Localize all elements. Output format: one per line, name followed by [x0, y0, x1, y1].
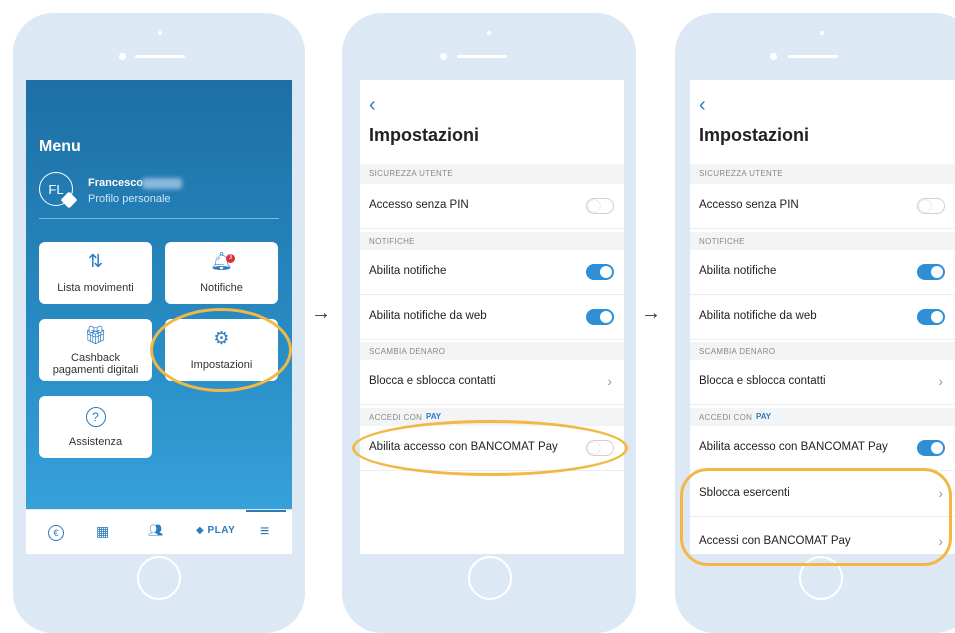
section-header: ACCEDI CON PAY	[690, 408, 955, 428]
home-button[interactable]	[468, 556, 512, 600]
row-accesso-senza-pin: Accesso senza PIN	[360, 184, 624, 229]
toggle-accesso-senza-pin[interactable]	[586, 198, 614, 214]
pay-logo-icon: ◆	[196, 525, 205, 536]
profile-link[interactable]: Profilo personale	[88, 193, 171, 205]
transactions-icon: ⇅	[87, 251, 104, 271]
toggle-abilita-notifiche-web[interactable]	[586, 309, 614, 325]
section-header: SCAMBIA DENARO	[690, 342, 955, 362]
menu-title: Menu	[39, 138, 81, 155]
section-header: SICUREZZA UTENTE	[360, 164, 624, 184]
row-label: Accesso senza PIN	[369, 199, 469, 211]
toggle-abilita-notifiche[interactable]	[586, 264, 614, 280]
row-abilita-notifiche: Abilita notifiche	[360, 250, 624, 295]
tile-label: Notifiche	[200, 282, 243, 294]
bancomat-pay-logo: PAY	[756, 412, 772, 421]
camera-lens	[770, 53, 777, 60]
highlight-new-options	[680, 468, 952, 566]
speaker-grille	[135, 55, 185, 58]
row-blocca-contatti[interactable]: Blocca e sblocca contatti ›	[360, 360, 624, 405]
camera-dot	[158, 31, 162, 35]
camera-dot	[820, 31, 824, 35]
row-label: Abilita notifiche da web	[699, 310, 817, 322]
camera-dot	[487, 31, 491, 35]
row-label: Abilita notifiche	[699, 265, 777, 277]
row-label: Abilita accesso con BANCOMAT Pay	[699, 441, 888, 453]
toggle-abilita-notifiche[interactable]	[917, 264, 945, 280]
section-header: SCAMBIA DENARO	[360, 342, 624, 362]
euro-tab-icon[interactable]: €	[48, 523, 64, 541]
active-tab-indicator	[246, 510, 286, 512]
back-chevron-icon[interactable]: ‹	[369, 94, 376, 117]
row-abilita-notifiche-web: Abilita notifiche da web	[690, 295, 955, 340]
user-name: Francesco	[88, 177, 144, 189]
row-label: Blocca e sblocca contatti	[699, 375, 826, 387]
help-icon: ?	[39, 405, 152, 427]
row-label: Accesso senza PIN	[699, 199, 799, 211]
settings-screen-1: ‹ Impostazioni SICUREZZA UTENTE Accesso …	[360, 80, 624, 554]
section-header: NOTIFICHE	[360, 232, 624, 252]
section-header: SICUREZZA UTENTE	[690, 164, 955, 184]
toggle-abilita-bancomat[interactable]	[917, 440, 945, 456]
highlight-impostazioni	[150, 308, 292, 392]
arrow-icon: →	[641, 302, 661, 324]
redacted-surname	[142, 178, 182, 189]
back-chevron-icon[interactable]: ‹	[699, 94, 706, 117]
people-tab-icon[interactable]: 👥︎	[148, 523, 163, 537]
row-abilita-notifiche-web: Abilita notifiche da web	[360, 295, 624, 340]
bancomat-pay-logo: PAY	[426, 412, 442, 421]
row-blocca-contatti[interactable]: Blocca e sblocca contatti ›	[690, 360, 955, 405]
grid-tab-icon[interactable]: ▦	[96, 523, 109, 540]
divider	[39, 218, 279, 219]
row-label: Blocca e sblocca contatti	[369, 375, 496, 387]
camera-lens	[119, 53, 126, 60]
toggle-abilita-notifiche-web[interactable]	[917, 309, 945, 325]
tile-label: Assistenza	[68, 436, 123, 448]
row-accesso-senza-pin: Accesso senza PIN	[690, 184, 955, 229]
tile-assistenza[interactable]: ? Assistenza	[39, 396, 152, 458]
notification-badge: 3	[226, 254, 235, 263]
bell-icon: 🔔︎	[210, 251, 233, 271]
gift-icon: 🎁︎	[84, 325, 107, 345]
section-header: NOTIFICHE	[690, 232, 955, 252]
row-label: Abilita notifiche da web	[369, 310, 487, 322]
home-button[interactable]	[137, 556, 181, 600]
menu-tab-icon[interactable]: ≡	[260, 523, 269, 541]
tile-lista-movimenti[interactable]: ⇅ Lista movimenti	[39, 242, 152, 304]
page-title: Impostazioni	[369, 125, 480, 145]
play-tab[interactable]: ◆ PLAY	[196, 525, 235, 536]
row-abilita-notifiche: Abilita notifiche	[690, 250, 955, 295]
bottom-tabbar: € ▦ 👥︎ ◆ PLAY ≡	[26, 509, 292, 554]
highlight-abilita-bancomat	[352, 420, 628, 476]
speaker-grille	[457, 55, 507, 58]
row-abilita-bancomat: Abilita accesso con BANCOMAT Pay	[690, 426, 955, 471]
tile-label: Cashback pagamenti digitali	[52, 352, 139, 376]
tile-cashback[interactable]: 🎁︎ Cashback pagamenti digitali	[39, 319, 152, 381]
row-label: Abilita notifiche	[369, 265, 447, 277]
arrow-icon: →	[311, 302, 331, 324]
tile-notifiche[interactable]: 🔔︎ 3 Notifiche	[165, 242, 278, 304]
chevron-right-icon: ›	[938, 373, 943, 389]
page-title: Impostazioni	[699, 125, 810, 145]
play-label: PLAY	[207, 525, 236, 536]
toggle-accesso-senza-pin[interactable]	[917, 198, 945, 214]
speaker-grille	[788, 55, 838, 58]
camera-lens	[440, 53, 447, 60]
chevron-right-icon: ›	[607, 373, 612, 389]
tile-label: Lista movimenti	[57, 282, 134, 294]
